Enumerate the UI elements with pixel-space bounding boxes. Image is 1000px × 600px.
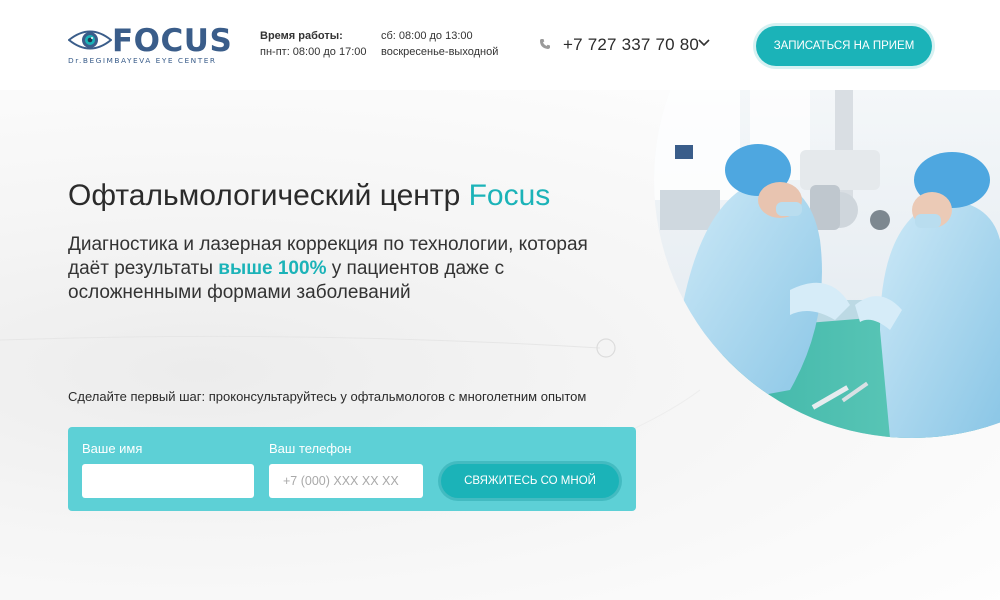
logo-wordmark: FOCUS [112,23,233,59]
callback-form: Ваше имя Ваш телефон СВЯЖИТЕСЬ СО МНОЙ [68,427,636,511]
hero-subtitle: Диагностика и лазерная коррекция по техн… [68,233,588,305]
hero-title-accent: Focus [468,179,551,212]
working-hours-sunday: воскресенье-выходной [381,46,499,58]
surgery-photo [654,90,1000,438]
phone-icon [540,39,550,49]
book-appointment-button[interactable]: ЗАПИСАТЬСЯ НА ПРИЕМ [756,26,932,66]
site-header: FOCUS Dr.BEGIMBAYEVA EYE CENTER Время ра… [0,0,1000,90]
name-input[interactable] [82,464,254,498]
working-hours-weekday: пн-пт: 08:00 до 17:00 [260,46,367,58]
working-hours-saturday: сб: 08:00 до 13:00 [381,30,473,42]
chevron-down-icon[interactable] [697,38,711,48]
contact-me-button[interactable]: СВЯЖИТЕСЬ СО МНОЙ [441,464,619,498]
logo-subtitle: Dr.BEGIMBAYEVA EYE CENTER [68,56,217,65]
first-step-text: Сделайте первый шаг: проконсультаруйтесь… [68,389,587,404]
eye-icon [68,30,112,50]
phone-field-label: Ваш телефон [269,441,352,456]
hero-subtitle-accent: выше 100% [218,258,327,279]
hero-section: Офтальмологический центр Focus Диагности… [0,90,1000,600]
working-hours-label: Время работы: [260,30,343,42]
name-field-label: Ваше имя [82,441,143,456]
hero-title-main: Офтальмологический центр [68,179,469,212]
phone-number[interactable]: +7 727 337 70 80 [563,35,699,55]
phone-input[interactable] [269,464,423,498]
logo[interactable]: FOCUS Dr.BEGIMBAYEVA EYE CENTER [68,23,232,68]
hero-title: Офтальмологический центр Focus [68,179,550,213]
